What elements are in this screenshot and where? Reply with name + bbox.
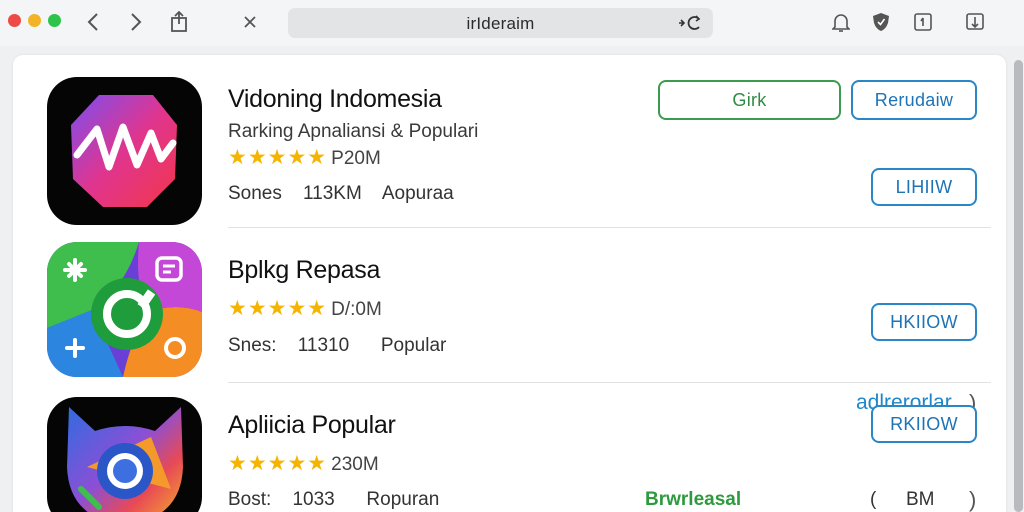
meta-value: 113KM	[303, 183, 362, 204]
app-icon-waveform	[47, 77, 202, 225]
scrollbar[interactable]	[1014, 60, 1023, 512]
address-bar[interactable]: irIderaim	[288, 8, 713, 38]
rating-stars: ★★★★★ D/:0M	[228, 296, 382, 321]
rating-meta: P20M	[331, 148, 381, 169]
list-item[interactable]: Apliicia Popular ★★★★★ 230M Bost: 1033 Ro…	[13, 383, 1006, 512]
meta-extra: Ropuran	[366, 489, 440, 510]
minimize-window-button[interactable]	[28, 14, 41, 27]
bell-icon[interactable]	[830, 9, 852, 35]
reload-icon[interactable]	[677, 14, 703, 37]
app-size: BM	[906, 489, 935, 510]
list-item[interactable]: Vidoning Indomesia Rarking Apnaliansi & …	[13, 55, 1006, 227]
meta-extra: Aopuraa	[381, 183, 454, 204]
back-icon[interactable]	[84, 9, 102, 35]
app-icon-collage	[47, 242, 202, 377]
view-button[interactable]: LIHIIW	[871, 168, 977, 206]
stars-icon: ★★★★★	[228, 452, 328, 475]
close-icon[interactable]	[240, 9, 260, 35]
app-title[interactable]: Apliicia Popular	[228, 411, 396, 440]
app-meta: Snes: 11310 Popular	[228, 335, 446, 357]
app-list-card: Vidoning Indomesia Rarking Apnaliansi & …	[13, 55, 1006, 512]
app-subtitle: Rarking Apnaliansi & Populari	[228, 121, 479, 142]
rating-stars: ★★★★★ P20M	[228, 145, 381, 170]
meta-label: Bost:	[228, 489, 272, 510]
rating-stars: ★★★★★ 230M	[228, 451, 379, 476]
app-title[interactable]: Bplkg Repasa	[228, 256, 380, 285]
chevron-right-icon[interactable]: )	[969, 487, 976, 512]
close-window-button[interactable]	[8, 14, 21, 27]
app-icon-cat	[47, 397, 202, 512]
url-text: irIderaim	[466, 14, 535, 33]
meta-label: Sones	[228, 183, 282, 204]
meta-value: 1033	[292, 489, 335, 510]
zoom-window-button[interactable]	[48, 14, 61, 27]
rating-meta: D/:0M	[331, 299, 382, 320]
paren-open: (	[870, 489, 877, 510]
forward-icon[interactable]	[127, 9, 145, 35]
app-meta: Bost: 1033 Ropuran	[228, 489, 439, 511]
list-item[interactable]: Bplkg Repasa ★★★★★ D/:0M Snes: 11310 Popu…	[13, 228, 1006, 415]
app-meta: Sones 113KM Aopuraa	[228, 183, 454, 205]
download-link[interactable]: Brwrleasal	[645, 489, 741, 511]
download-icon[interactable]	[964, 9, 986, 35]
review-button[interactable]: Rerudaiw	[851, 80, 977, 120]
rating-meta: 230M	[331, 454, 379, 475]
meta-extra: Popular	[380, 335, 447, 356]
meta-label: Snes:	[228, 335, 277, 356]
scrollbar-thumb[interactable]	[1014, 60, 1023, 512]
stars-icon: ★★★★★	[228, 297, 328, 320]
share-icon[interactable]	[168, 9, 190, 35]
get-button[interactable]: Girk	[658, 80, 841, 120]
shield-icon[interactable]	[870, 9, 892, 35]
meta-value: 11310	[297, 335, 350, 356]
stars-icon: ★★★★★	[228, 146, 328, 169]
view-button[interactable]: RKIIOW	[871, 405, 977, 443]
app-title[interactable]: Vidoning Indomesia	[228, 85, 442, 114]
browser-toolbar: irIderaim	[0, 0, 1024, 46]
info-icon[interactable]	[912, 9, 934, 35]
view-button[interactable]: HKIIOW	[871, 303, 977, 341]
